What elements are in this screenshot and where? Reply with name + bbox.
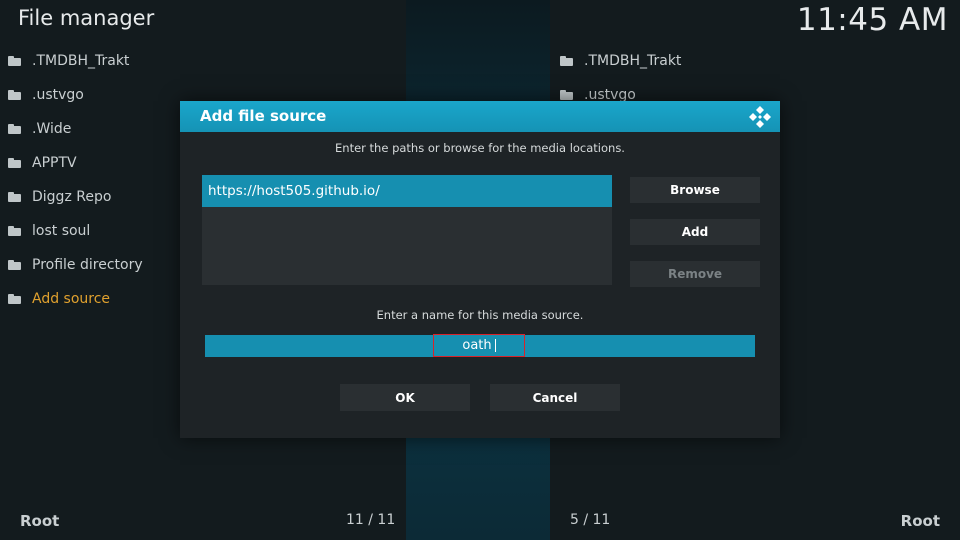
add-file-source-dialog: Add file source Enter the paths or brows… bbox=[180, 101, 780, 438]
list-item[interactable]: Diggz Repo bbox=[8, 180, 143, 214]
list-item-label: .TMDBH_Trakt bbox=[32, 53, 130, 69]
list-item-label: .Wide bbox=[32, 121, 72, 137]
list-item[interactable]: .TMDBH_Trakt bbox=[8, 44, 143, 78]
right-footer-root: Root bbox=[900, 512, 940, 530]
folder-icon bbox=[8, 158, 22, 168]
list-item-label: .TMDBH_Trakt bbox=[584, 53, 682, 69]
folder-icon bbox=[8, 226, 22, 236]
list-item-label: lost soul bbox=[32, 223, 91, 239]
list-item-label: Diggz Repo bbox=[32, 189, 112, 205]
list-item[interactable]: .Wide bbox=[8, 112, 143, 146]
dialog-header: Add file source bbox=[180, 101, 780, 132]
list-item[interactable]: APPTV bbox=[8, 146, 143, 180]
folder-icon bbox=[8, 192, 22, 202]
list-item-label: Profile directory bbox=[32, 257, 143, 273]
list-item[interactable]: lost soul bbox=[8, 214, 143, 248]
folder-icon bbox=[8, 124, 22, 134]
folder-icon bbox=[560, 56, 574, 66]
add-button[interactable]: Add bbox=[630, 219, 760, 245]
text-caret bbox=[494, 339, 496, 352]
list-item-label: Add source bbox=[32, 291, 111, 307]
paths-instruction: Enter the paths or browse for the media … bbox=[335, 141, 625, 155]
path-item[interactable]: https://host505.github.io/ bbox=[202, 175, 612, 207]
left-source-list: .TMDBH_Trakt .ustvgo .Wide APPTV Diggz R… bbox=[8, 44, 143, 316]
folder-icon bbox=[8, 260, 22, 270]
dialog-title: Add file source bbox=[200, 107, 327, 125]
list-item[interactable]: Profile directory bbox=[8, 248, 143, 282]
remove-button[interactable]: Remove bbox=[630, 261, 760, 287]
folder-icon bbox=[560, 90, 574, 100]
source-name-value: oath bbox=[462, 338, 492, 353]
ok-button[interactable]: OK bbox=[340, 384, 470, 411]
paths-list[interactable]: https://host505.github.io/ bbox=[202, 175, 612, 285]
app-title: File manager bbox=[18, 6, 155, 30]
name-instruction: Enter a name for this media source. bbox=[376, 308, 584, 322]
folder-icon bbox=[8, 56, 22, 66]
folder-icon bbox=[8, 90, 22, 100]
kodi-logo-icon bbox=[749, 106, 771, 128]
list-item[interactable]: .ustvgo bbox=[8, 78, 143, 112]
folder-icon bbox=[8, 294, 22, 304]
list-item-label: APPTV bbox=[32, 155, 77, 171]
right-footer-count: 5 / 11 bbox=[570, 512, 611, 528]
browse-button[interactable]: Browse bbox=[630, 177, 760, 203]
left-footer-root: Root bbox=[20, 512, 60, 530]
add-source-item[interactable]: Add source bbox=[8, 282, 143, 316]
cancel-button[interactable]: Cancel bbox=[490, 384, 620, 411]
list-item[interactable]: .TMDBH_Trakt bbox=[560, 44, 681, 78]
left-footer-count: 11 / 11 bbox=[346, 512, 396, 528]
clock: 11:45 AM bbox=[796, 2, 948, 38]
source-name-input[interactable]: oath bbox=[433, 334, 525, 357]
list-item-label: .ustvgo bbox=[32, 87, 84, 103]
